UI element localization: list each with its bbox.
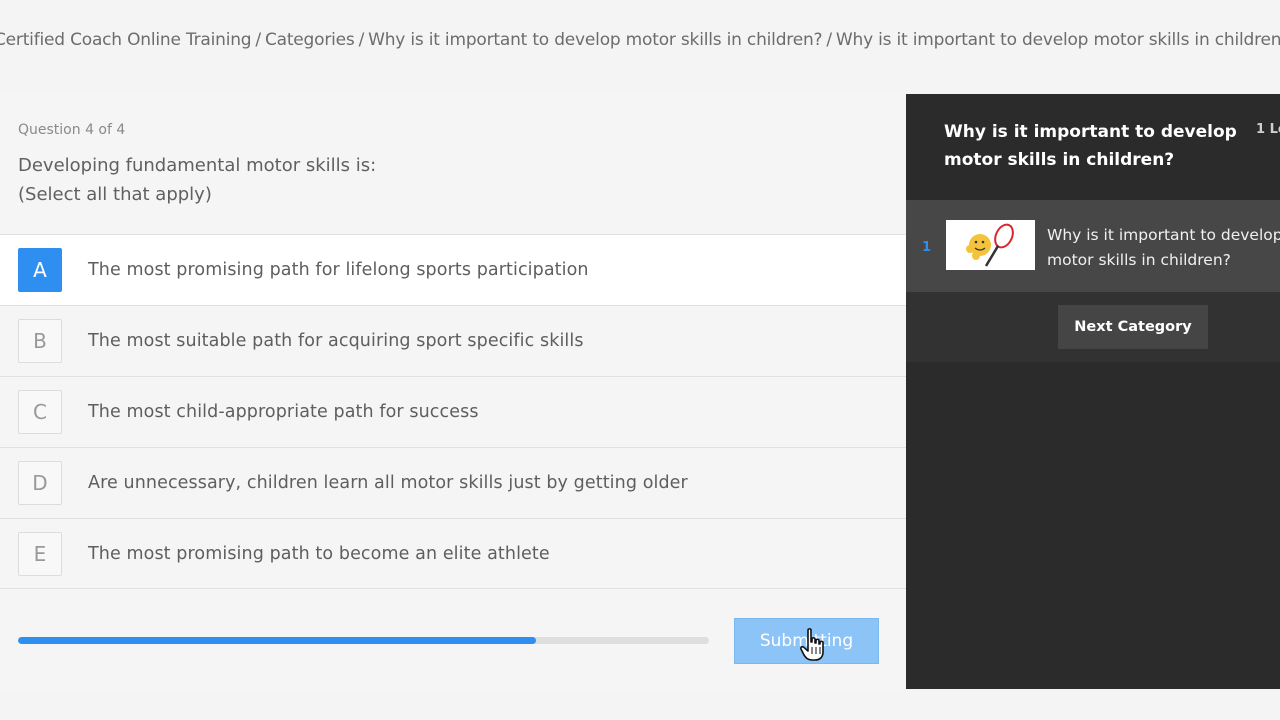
answer-letter: B — [18, 319, 62, 363]
breadcrumb-item-categories[interactable]: Categories — [265, 30, 355, 50]
lesson-thumbnail — [946, 220, 1035, 270]
sidebar-header: Why is it important to develop motor ski… — [906, 94, 1280, 200]
answer-option-b[interactable]: B The most suitable path for acquiring s… — [0, 305, 906, 376]
breadcrumb-separator: / — [255, 30, 261, 50]
answer-option-d[interactable]: D Are unnecessary, children learn all mo… — [0, 447, 906, 518]
answer-letter: A — [18, 248, 62, 292]
racket-ball-thumbnail-icon — [966, 223, 1014, 267]
quiz-progress-fill — [18, 637, 537, 644]
answer-label: The most child-appropriate path for succ… — [88, 402, 479, 422]
lesson-title: Why is it important to develop motor ski… — [1047, 226, 1280, 269]
answer-label: The most promising path to become an eli… — [88, 543, 550, 564]
breadcrumb: Certified Coach Online Training / Categori… — [0, 30, 1280, 50]
question-prompt: Developing fundamental motor skills is: — [18, 155, 377, 176]
answer-option-e[interactable]: E The most promising path to become an e… — [0, 518, 906, 589]
sidebar-lesson-item[interactable]: 1 Why is it important to develop motor s… — [906, 200, 1280, 292]
breadcrumb-item-category[interactable]: Why is it important to develop motor ski… — [368, 30, 822, 50]
sidebar-next-area: Next Category — [906, 292, 1280, 362]
answer-option-a[interactable]: A The most promising path for lifelong s… — [0, 234, 906, 305]
sidebar-category-title: Why is it important to develop motor ski… — [944, 122, 1237, 170]
breadcrumb-item-current: Why is it important to develop motor ski… — [835, 30, 1280, 50]
breadcrumb-item-course[interactable]: Certified Coach Online Training — [0, 30, 252, 50]
quiz-progress-bar — [18, 637, 709, 644]
answer-label: The most promising path for lifelong spo… — [88, 260, 589, 280]
question-hint: (Select all that apply) — [18, 184, 212, 205]
course-sidebar: Why is it important to develop motor ski… — [906, 94, 1280, 689]
question-counter: Question 4 of 4 — [18, 122, 126, 138]
lesson-number: 1 — [922, 240, 932, 255]
sidebar-lesson-count: 1 Le — [1256, 122, 1280, 137]
answer-list: A The most promising path for lifelong s… — [0, 234, 906, 589]
answer-option-c[interactable]: C The most child-appropriate path for su… — [0, 376, 906, 447]
breadcrumb-separator: / — [826, 30, 832, 50]
breadcrumb-separator: / — [358, 30, 365, 50]
answer-label: The most suitable path for acquiring spo… — [88, 331, 584, 351]
hand-pointer-icon — [800, 628, 824, 661]
quiz-panel: Question 4 of 4 Developing fundamental m… — [0, 94, 906, 690]
question-text: Developing fundamental motor skills is: … — [18, 151, 376, 209]
answer-label: Are unnecessary, children learn all moto… — [88, 473, 688, 493]
answer-letter: E — [18, 531, 62, 576]
answer-letter: C — [18, 390, 62, 434]
answer-letter: D — [18, 461, 62, 505]
next-category-button[interactable]: Next Category — [1058, 305, 1208, 349]
